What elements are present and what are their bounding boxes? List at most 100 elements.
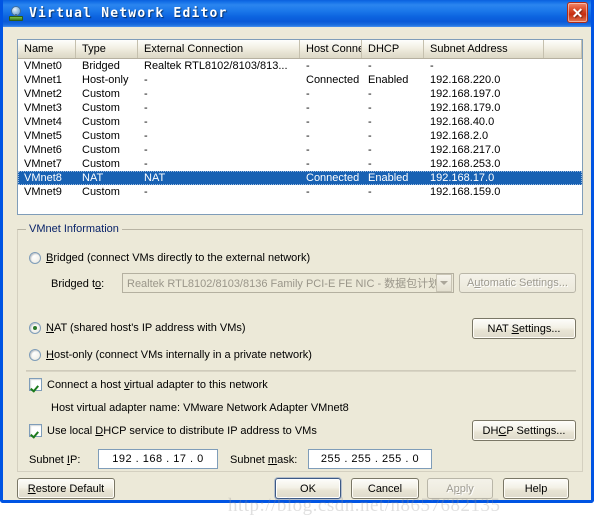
cell-dhcp: -	[368, 186, 372, 198]
cell-name: VMnet6	[24, 144, 62, 156]
ok-label: OK	[300, 482, 316, 495]
automatic-settings-label: Automatic Settings...	[467, 277, 568, 289]
cancel-label: Cancel	[367, 482, 403, 495]
virtual-network-editor-window: Virtual Network Editor ✕ Name Type Externa…	[0, 0, 594, 516]
cell-external: -	[144, 74, 148, 86]
cell-type: Custom	[82, 158, 120, 170]
radio-bridged[interactable]: Bridged (connect VMs directly to the ext…	[29, 252, 310, 264]
cell-subnet: 192.168.17.0	[430, 172, 495, 184]
cell-name: VMnet0	[24, 60, 62, 72]
checkbox-local-dhcp[interactable]: Use local DHCP service to distribute IP …	[29, 424, 317, 437]
title-bar: Virtual Network Editor ✕	[3, 0, 591, 28]
vmnet-list[interactable]: NameTypeExternal ConnectionHost Connecti…	[17, 39, 583, 215]
column-header[interactable]: DHCP	[362, 40, 424, 58]
table-row[interactable]: VMnet9 Custom - - - 192.168.159.0	[18, 185, 582, 199]
column-header-filler	[544, 40, 582, 58]
table-row[interactable]: VMnet4 Custom - - - 192.168.40.0	[18, 115, 582, 129]
radio-host-only-indicator	[29, 349, 41, 361]
cell-external: -	[144, 144, 148, 156]
cell-host: -	[306, 144, 310, 156]
table-row[interactable]: VMnet1 Host-only - Connected Enabled 192.168.…	[18, 73, 582, 87]
cell-host: -	[306, 60, 310, 72]
host-adapter-name: Host virtual adapter name: VMware Networ…	[51, 402, 349, 414]
cell-subnet: -	[430, 60, 434, 72]
checkbox-connect-host-adapter-indicator	[29, 378, 42, 391]
cell-host: -	[306, 186, 310, 198]
apply-label: Apply	[446, 482, 474, 495]
cell-name: VMnet1	[24, 74, 62, 86]
group-separator	[26, 370, 576, 372]
column-header[interactable]: Type	[76, 40, 138, 58]
bridged-to-value: Realtek RTL8102/8103/8136 Family PCI-E F…	[127, 278, 436, 290]
cell-host: -	[306, 102, 310, 114]
subnet-ip-label: Subnet IP:	[29, 454, 81, 466]
restore-default-button[interactable]: Restore Default	[17, 478, 115, 499]
chevron-down-icon[interactable]	[436, 274, 452, 292]
subnet-ip-input[interactable]: 192 . 168 . 17 . 0	[98, 449, 218, 469]
cell-host: -	[306, 158, 310, 170]
ok-button[interactable]: OK	[275, 478, 341, 499]
table-row[interactable]: VMnet8 NAT NAT Connected Enabled 192.168.17.0	[18, 171, 582, 185]
cell-type: Custom	[82, 130, 120, 142]
cell-subnet: 192.168.2.0	[430, 130, 489, 142]
nat-settings-button[interactable]: NAT Settings...	[472, 318, 576, 339]
table-row[interactable]: VMnet2 Custom - - - 192.168.197.0	[18, 87, 582, 101]
cell-subnet: 192.168.253.0	[430, 158, 501, 170]
radio-nat[interactable]: NAT (shared host's IP address with VMs)	[29, 322, 246, 334]
cell-subnet: 192.168.179.0	[430, 102, 501, 114]
list-header: NameTypeExternal ConnectionHost Connecti…	[18, 40, 582, 59]
cell-type: Custom	[82, 102, 120, 114]
restore-default-label: Restore Default	[27, 482, 105, 495]
apply-button[interactable]: Apply	[427, 478, 493, 499]
radio-bridged-indicator	[29, 252, 41, 264]
radio-nat-label: NAT (shared host's IP address with VMs)	[46, 322, 246, 334]
cell-host: Connected	[306, 74, 360, 86]
table-row[interactable]: VMnet6 Custom - - - 192.168.217.0	[18, 143, 582, 157]
cell-external: Realtek RTL8102/8103/813...	[144, 60, 288, 72]
cell-external: -	[144, 186, 148, 198]
column-header[interactable]: Host Connection	[300, 40, 362, 58]
column-header[interactable]: External Connection	[138, 40, 300, 58]
nat-settings-label: NAT Settings...	[487, 322, 561, 335]
cell-external: -	[144, 116, 148, 128]
cell-external: -	[144, 130, 148, 142]
cell-type: Custom	[82, 186, 120, 198]
table-row[interactable]: VMnet0 Bridged Realtek RTL8102/8103/813...…	[18, 59, 582, 73]
automatic-settings-button[interactable]: Automatic Settings...	[459, 273, 576, 293]
vmnet-information-group: VMnet Information Bridged (connect VMs d…	[17, 223, 583, 472]
close-icon[interactable]: ✕	[567, 2, 588, 23]
cell-name: VMnet2	[24, 88, 62, 100]
network-monitor-icon	[8, 5, 24, 22]
cell-name: VMnet5	[24, 130, 62, 142]
checkbox-local-dhcp-label: Use local DHCP service to distribute IP …	[47, 424, 317, 437]
checkbox-connect-host-adapter[interactable]: Connect a host virtual adapter to this n…	[29, 378, 268, 391]
radio-host-only[interactable]: Host-only (connect VMs internally in a p…	[29, 349, 312, 361]
cell-external: -	[144, 88, 148, 100]
column-header[interactable]: Subnet Address	[424, 40, 544, 58]
column-header[interactable]: Name	[18, 40, 76, 58]
table-row[interactable]: VMnet3 Custom - - - 192.168.179.0	[18, 101, 582, 115]
help-button[interactable]: Help	[503, 478, 569, 499]
cell-subnet: 192.168.220.0	[430, 74, 501, 86]
cell-external: -	[144, 102, 148, 114]
table-row[interactable]: VMnet7 Custom - - - 192.168.253.0	[18, 157, 582, 171]
cell-dhcp: Enabled	[368, 172, 409, 184]
cell-dhcp: -	[368, 60, 372, 72]
cell-host: -	[306, 88, 310, 100]
cell-external: -	[144, 158, 148, 170]
subnet-mask-input[interactable]: 255 . 255 . 255 . 0	[308, 449, 432, 469]
table-row[interactable]: VMnet5 Custom - - - 192.168.2.0	[18, 129, 582, 143]
cell-name: VMnet9	[24, 186, 62, 198]
bridged-to-label: Bridged to:	[51, 278, 105, 290]
radio-nat-indicator	[29, 322, 41, 334]
list-body[interactable]: VMnet0 Bridged Realtek RTL8102/8103/813...…	[18, 59, 582, 199]
cell-dhcp: -	[368, 158, 372, 170]
checkbox-local-dhcp-indicator	[29, 424, 42, 437]
cell-dhcp: -	[368, 144, 372, 156]
checkbox-connect-host-adapter-label: Connect a host virtual adapter to this n…	[47, 378, 268, 391]
cell-type: Host-only	[82, 74, 129, 86]
cell-subnet: 192.168.217.0	[430, 144, 501, 156]
bridged-to-combo[interactable]: Realtek RTL8102/8103/8136 Family PCI-E F…	[122, 273, 454, 293]
cancel-button[interactable]: Cancel	[351, 478, 419, 499]
dhcp-settings-button[interactable]: DHCP Settings...	[472, 420, 576, 441]
